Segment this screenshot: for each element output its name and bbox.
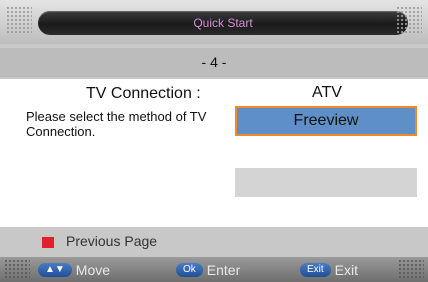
connection-heading: TV Connection : <box>86 85 201 102</box>
previous-page-bar[interactable]: Previous Page <box>0 229 428 255</box>
page-title: Quick Start <box>38 11 408 35</box>
hint-exit: Exit Exit <box>300 261 358 279</box>
key-hint-bar: ▲▼ Move Ok Enter Exit Exit <box>0 257 428 282</box>
quick-start-screen: Quick Start - 4 - TV Connection : Please… <box>0 0 428 282</box>
option-freeview[interactable]: Freeview <box>235 106 417 136</box>
red-button-icon <box>42 237 54 248</box>
bottom-grip-left <box>4 259 30 280</box>
up-down-key-icon: ▲▼ <box>38 263 72 277</box>
hint-move: ▲▼ Move <box>38 261 110 279</box>
title-bar: Quick Start <box>0 0 428 44</box>
option-atv[interactable]: ATV <box>236 82 418 104</box>
option-empty[interactable] <box>235 168 417 197</box>
hint-enter: Ok Enter <box>176 261 240 279</box>
content-panel: TV Connection : Please select the method… <box>0 79 428 227</box>
hint-exit-label: Exit <box>334 262 359 278</box>
exit-key-icon: Exit <box>300 263 331 277</box>
bottom-grip-right <box>398 259 424 280</box>
title-grip-right <box>396 6 422 34</box>
previous-page-label: Previous Page <box>66 233 158 249</box>
hint-enter-label: Enter <box>206 262 241 278</box>
title-grip-left <box>6 6 32 34</box>
connection-description: Please select the method of TV Connectio… <box>26 109 207 139</box>
ok-key-icon: Ok <box>176 263 203 277</box>
step-indicator: - 4 - <box>0 48 428 77</box>
hint-move-label: Move <box>75 262 111 278</box>
